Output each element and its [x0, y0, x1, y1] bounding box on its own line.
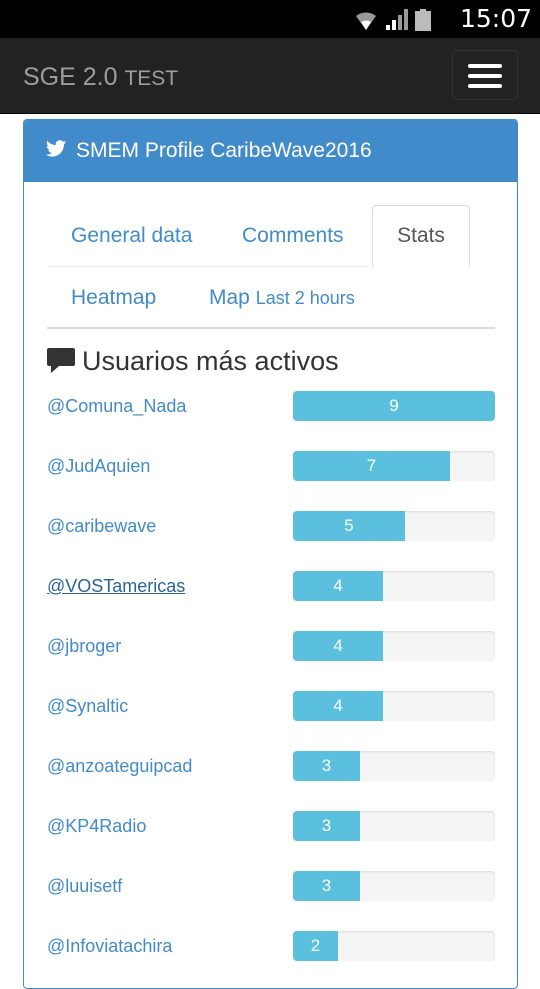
list-item: @KP4Radio 3 [47, 811, 495, 843]
tab-heatmap[interactable]: Heatmap [71, 284, 156, 312]
user-link[interactable]: @Synaltic [47, 693, 128, 719]
user-link[interactable]: @Comuna_Nada [47, 393, 186, 419]
hamburger-menu-icon-bar [468, 74, 502, 78]
progress-bar: 4 [293, 691, 495, 721]
tab-map-suffix: Last 2 hours [255, 288, 355, 308]
section-title: Usuarios más activos [82, 346, 339, 376]
progress-bar: 4 [293, 631, 495, 661]
progress-bar: 7 [293, 451, 495, 481]
navbar-toggle-button[interactable] [452, 50, 518, 100]
user-link[interactable]: @luuisetf [47, 873, 122, 899]
clock: 15:07 [459, 4, 532, 33]
list-item: @Infoviatachira 2 [47, 931, 495, 963]
status-icons [352, 6, 462, 32]
brand-suffix: TEST [124, 67, 179, 90]
progress-bar: 9 [293, 391, 495, 421]
progress-fill: 5 [293, 511, 405, 541]
progress-fill: 4 [293, 571, 383, 601]
profile-panel: SMEM Profile CaribeWave2016 General data… [23, 119, 518, 989]
user-link[interactable]: @jbroger [47, 633, 121, 659]
hamburger-menu-icon-bar [468, 84, 502, 88]
progress-fill: 4 [293, 631, 383, 661]
wifi-icon [356, 12, 376, 30]
comment-icon [47, 348, 75, 373]
panel-heading: SMEM Profile CaribeWave2016 [24, 120, 517, 182]
list-item: @luuisetf 3 [47, 871, 495, 903]
user-link[interactable]: @caribewave [47, 513, 156, 539]
signal-icon [386, 9, 408, 30]
progress-bar: 3 [293, 751, 495, 781]
brand-link[interactable]: SGE 2.0 TEST [23, 62, 178, 94]
tab-comments[interactable]: Comments [242, 222, 344, 250]
user-link[interactable]: @anzoateguipcad [47, 753, 192, 779]
list-item: @anzoateguipcad 3 [47, 751, 495, 783]
tab-stats[interactable]: Stats [372, 205, 470, 267]
progress-fill: 4 [293, 691, 383, 721]
battery-icon [415, 9, 431, 31]
progress-bar: 5 [293, 511, 495, 541]
status-bar: 15:07 [0, 0, 540, 38]
list-item: @Comuna_Nada 9 [47, 391, 495, 423]
progress-bar: 3 [293, 871, 495, 901]
list-item: @Synaltic 4 [47, 691, 495, 723]
progress-fill: 2 [293, 931, 338, 961]
progress-fill: 3 [293, 871, 360, 901]
brand-name: SGE 2.0 [23, 63, 118, 91]
user-link[interactable]: @KP4Radio [47, 813, 146, 839]
progress-fill: 3 [293, 751, 360, 781]
list-item: @caribewave 5 [47, 511, 495, 543]
progress-fill: 9 [293, 391, 495, 421]
progress-bar: 2 [293, 931, 495, 961]
tab-divider [47, 266, 370, 267]
progress-bar: 4 [293, 571, 495, 601]
tab-map-label: Map [209, 286, 250, 309]
twitter-icon [46, 140, 66, 157]
list-item: @JudAquien 7 [47, 451, 495, 483]
progress-fill: 3 [293, 811, 360, 841]
navbar: SGE 2.0 TEST [0, 38, 540, 114]
user-link[interactable]: @VOSTamericas [47, 573, 185, 599]
hamburger-menu-icon [468, 64, 502, 68]
tab-map[interactable]: Map Last 2 hours [209, 284, 355, 312]
tab-general-data[interactable]: General data [71, 222, 192, 250]
list-item: @VOSTamericas 4 [47, 571, 495, 603]
list-item: @jbroger 4 [47, 631, 495, 663]
progress-fill: 7 [293, 451, 450, 481]
tabs-bottom-border [47, 327, 495, 329]
user-link[interactable]: @JudAquien [47, 453, 150, 479]
user-link[interactable]: @Infoviatachira [47, 933, 172, 959]
progress-bar: 3 [293, 811, 495, 841]
panel-title: SMEM Profile CaribeWave2016 [76, 139, 372, 162]
